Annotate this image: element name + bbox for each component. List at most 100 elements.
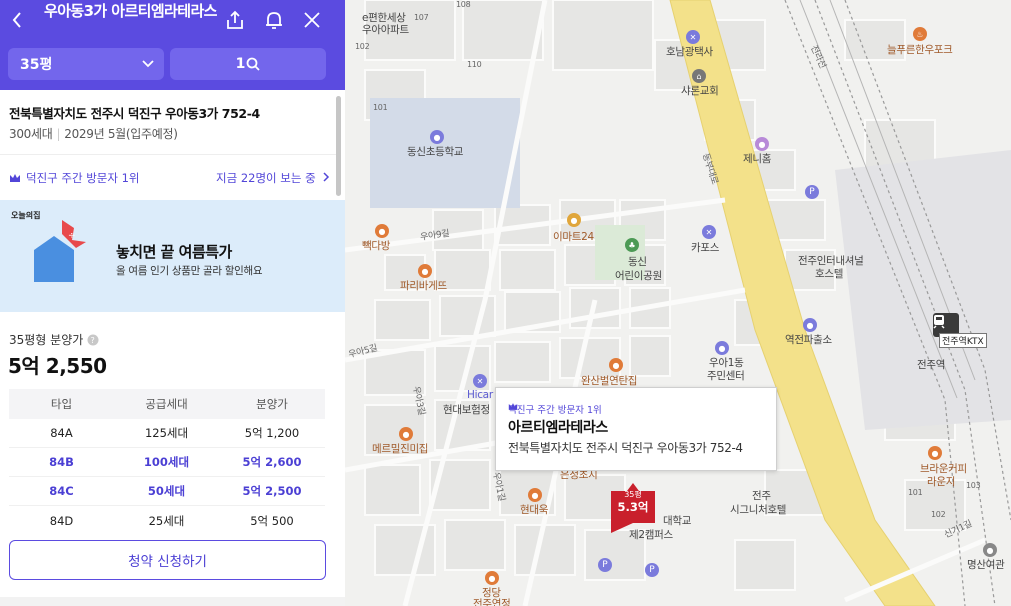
share-icon: [227, 10, 243, 29]
station-marker[interactable]: 전주역KTX: [931, 313, 987, 348]
col-price: 분양가: [256, 397, 288, 411]
map-label[interactable]: 샤론교회: [681, 83, 719, 98]
svg-text:÷: ÷: [68, 231, 76, 241]
map-label[interactable]: 시그니처호텔: [730, 502, 786, 517]
cell-supply: 50세대: [147, 484, 186, 498]
map-label[interactable]: 완산벌연탄집: [581, 373, 637, 388]
school-pin[interactable]: ●: [430, 130, 444, 144]
share-button[interactable]: [222, 6, 248, 34]
store-pin[interactable]: ●: [567, 213, 581, 227]
ranking-badge: 덕진구 주간 방문자 1위: [9, 170, 140, 186]
page-title: 우아동3가 아르티엠라테라스: [44, 2, 217, 20]
cell-price: 5억 2,500: [242, 484, 302, 498]
parking-pin[interactable]: P: [598, 558, 612, 572]
map-label[interactable]: 어린이공원: [615, 268, 662, 283]
complex-address: 전북특별자치도 전주시 덕진구 우아동3가 752-4: [9, 106, 260, 121]
pyeong-select-value: 35평: [20, 57, 53, 73]
poi-pin[interactable]: ♨: [913, 27, 927, 41]
price-label-text: 35평형 분양가: [9, 333, 84, 347]
popup-rank: 덕진구 주간 방문자 1위: [508, 402, 602, 416]
cell-price: 5억 2,600: [242, 455, 302, 469]
map-label[interactable]: 빽다방: [362, 238, 390, 253]
help-icon[interactable]: ?: [87, 334, 99, 346]
restaurant-pin[interactable]: ●: [399, 427, 413, 441]
map-label: 103: [966, 481, 981, 490]
map-label[interactable]: 주민센터: [707, 368, 745, 383]
restaurant-pin[interactable]: ●: [609, 358, 623, 372]
price-label: 35평형 분양가 ?: [9, 331, 99, 348]
restaurant-pin[interactable]: ●: [528, 488, 542, 502]
map-label[interactable]: 이마트24: [553, 229, 594, 244]
map-label[interactable]: 역전파출소: [785, 332, 832, 347]
map-label[interactable]: 호스텔: [815, 266, 843, 281]
cell-supply: 100세대: [143, 455, 190, 469]
park-pin[interactable]: ♣: [625, 238, 639, 252]
parking-pin[interactable]: P: [805, 185, 819, 199]
map-label[interactable]: 동신: [628, 254, 647, 269]
back-button[interactable]: [6, 6, 28, 34]
cafe-pin[interactable]: ●: [928, 446, 942, 460]
map-label[interactable]: 라운지: [927, 474, 955, 489]
popup-address: 전북특별자치도 전주시 덕진구 우아동3가 752-4: [508, 441, 743, 455]
close-button[interactable]: [299, 6, 325, 34]
office-pin[interactable]: ●: [715, 341, 729, 355]
chevron-down-icon: [142, 60, 154, 68]
map-label: 102: [931, 510, 946, 519]
poi-pin[interactable]: ●: [755, 137, 769, 151]
price-marker[interactable]: 35평 5.3억: [611, 483, 655, 533]
poi-pin[interactable]: ✕: [686, 30, 700, 44]
apply-subscription-button[interactable]: 청약 신청하기: [9, 540, 326, 580]
svg-text:?: ?: [91, 336, 95, 345]
map-label[interactable]: 전주연정: [473, 596, 511, 606]
map-label[interactable]: 우아아파트: [362, 22, 409, 37]
map-view[interactable]: e편한세상 우아아파트 107 108 102 110 101 ✕ 호남광택사 …: [345, 0, 1011, 606]
map-label[interactable]: 호남광택사: [666, 44, 713, 59]
map-label[interactable]: 현대보험정: [443, 402, 490, 417]
restaurant-pin[interactable]: ●: [485, 571, 499, 585]
pyeong-select[interactable]: 35평: [8, 48, 164, 80]
poi-pin[interactable]: ✕: [702, 225, 716, 239]
search-count-button[interactable]: 1: [170, 48, 326, 80]
map-label[interactable]: 파리바게뜨: [400, 278, 447, 293]
parking-pin[interactable]: P: [645, 563, 659, 577]
map-label[interactable]: 전주: [752, 488, 771, 503]
map-label[interactable]: Hicar: [467, 389, 493, 401]
ad-headline: 놓치면 끝 여름특가: [116, 243, 232, 261]
map-label[interactable]: 카포스: [691, 240, 719, 255]
police-pin[interactable]: ●: [803, 318, 817, 332]
cell-price: 5억 500: [250, 513, 294, 528]
map-label[interactable]: 전주역: [917, 357, 945, 372]
bakery-pin[interactable]: ●: [418, 264, 432, 278]
poi-pin[interactable]: ✕: [473, 374, 487, 388]
cell-type: 84C: [49, 484, 74, 498]
cell-supply: 25세대: [148, 513, 185, 528]
table-row[interactable]: 84C 50세대 5억 2,500: [9, 477, 325, 506]
viewers-link[interactable]: 지금 22명이 보는 중: [216, 170, 330, 186]
map-label[interactable]: 현대욱: [520, 502, 548, 517]
map-label: 101: [373, 103, 388, 112]
panel-header: 우아동3가 아르티엠라테라스 35평 1: [0, 0, 345, 90]
panel-scrollbar[interactable]: [336, 96, 341, 196]
bell-icon: [266, 12, 282, 29]
panel-footer-strip: [0, 597, 345, 606]
map-label: 102: [355, 42, 370, 51]
table-row[interactable]: 84D 25세대 5억 500: [9, 506, 325, 535]
col-supply: 공급세대: [145, 397, 188, 411]
map-label[interactable]: 메르밀진미집: [372, 441, 428, 456]
cafe-pin[interactable]: ●: [375, 224, 389, 238]
church-pin[interactable]: ⌂: [692, 69, 706, 83]
map-label[interactable]: 명산여관: [967, 557, 1005, 572]
map-label[interactable]: 대학교: [663, 513, 691, 528]
chevron-left-icon: [12, 12, 21, 28]
lodging-pin[interactable]: ●: [983, 543, 997, 557]
table-row[interactable]: 84A 125세대 5억 1,200: [9, 419, 325, 448]
map-label: 101: [908, 488, 923, 497]
cell-type: 84D: [49, 513, 74, 528]
complex-info-popup[interactable]: 덕진구 주간 방문자 1위 아르티엠라테라스 전북특별자치도 전주시 덕진구 우…: [495, 387, 777, 471]
map-label[interactable]: 제니홈: [743, 151, 771, 166]
map-label[interactable]: 늘푸른한우포크: [887, 42, 953, 57]
notification-button[interactable]: [261, 6, 287, 34]
map-label[interactable]: 동신초등학교: [407, 144, 463, 159]
complex-meta: 300세대 | 2029년 5월(입주예정): [9, 125, 178, 142]
table-row[interactable]: 84B 100세대 5억 2,600: [9, 448, 325, 477]
